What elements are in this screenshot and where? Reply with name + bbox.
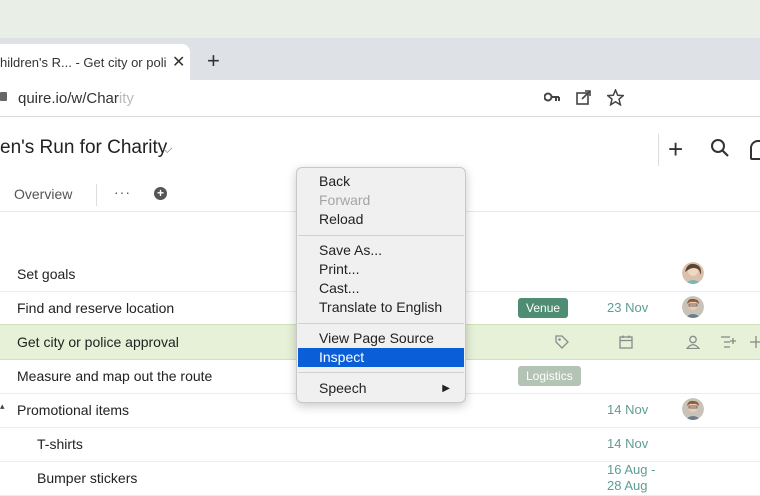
star-icon[interactable] (607, 89, 624, 106)
calendar-icon[interactable] (619, 335, 633, 349)
task-name[interactable]: Get city or police approval (17, 334, 179, 350)
header-divider (658, 134, 659, 166)
subtask-list-icon[interactable] (721, 336, 736, 348)
lock-icon[interactable] (0, 92, 7, 101)
menu-item-cast[interactable]: Cast... (298, 279, 464, 298)
add-view-icon[interactable]: + (154, 187, 167, 200)
task-name[interactable]: T-shirts (37, 436, 83, 452)
task-name[interactable]: Find and reserve location (17, 300, 174, 316)
tag-icon[interactable] (555, 335, 569, 349)
menu-item-speech[interactable]: Speech ▶ (298, 379, 464, 398)
menu-separator (298, 372, 464, 373)
menu-item-save-as[interactable]: Save As... (298, 241, 464, 260)
table-row[interactable]: Bumper stickers 16 Aug - 28 Aug (0, 461, 760, 496)
tag-badge[interactable]: Venue (518, 298, 569, 318)
avatar[interactable] (682, 296, 704, 318)
menu-item-reload[interactable]: Reload (298, 210, 464, 229)
search-icon[interactable] (710, 138, 730, 158)
new-tab-button[interactable]: + (207, 50, 220, 72)
assignee-icon[interactable] (686, 335, 700, 349)
menu-item-print[interactable]: Print... (298, 260, 464, 279)
task-name[interactable]: Bumper stickers (37, 470, 137, 486)
key-icon[interactable] (544, 92, 560, 102)
date-range-start[interactable]: 16 Aug - (607, 462, 655, 477)
due-date[interactable]: 14 Nov (607, 402, 648, 417)
task-name[interactable]: Promotional items (17, 402, 129, 418)
task-name[interactable]: Set goals (17, 266, 75, 282)
tab-close-icon[interactable]: ✕ (172, 52, 185, 72)
avatar[interactable] (682, 262, 704, 284)
due-date[interactable]: 14 Nov (607, 436, 648, 451)
task-name[interactable]: Measure and map out the route (17, 368, 212, 384)
collapse-caret-icon[interactable]: ▴ (0, 401, 5, 412)
more-icon[interactable]: ··· (114, 184, 131, 200)
window-top-strip (0, 0, 760, 39)
avatar[interactable] (682, 398, 704, 420)
menu-item-view-source[interactable]: View Page Source (298, 329, 464, 348)
add-icon[interactable]: + (668, 136, 683, 162)
date-range-end[interactable]: 28 Aug (607, 478, 648, 493)
add-subtask-icon[interactable] (750, 335, 760, 349)
project-title[interactable]: en's Run for Charity (0, 137, 167, 159)
submenu-arrow-icon: ▶ (442, 383, 450, 394)
bell-icon[interactable] (750, 140, 760, 160)
url-text-faded: ity (118, 90, 134, 107)
menu-item-forward: Forward (319, 192, 371, 208)
open-external-icon[interactable] (576, 90, 591, 105)
due-date[interactable]: 23 Nov (607, 300, 648, 315)
context-menu: Back Forward Reload Save As... Print... … (296, 167, 466, 403)
url-text: quire.io/w/Char (18, 90, 119, 107)
url-field[interactable]: quire.io/w/Charity (18, 90, 134, 107)
menu-item-translate[interactable]: Translate to English (298, 298, 464, 317)
tag-badge[interactable]: Logistics (518, 366, 581, 386)
menu-separator (298, 235, 464, 236)
table-row[interactable]: T-shirts 14 Nov (0, 427, 760, 462)
tab-overview[interactable]: Overview (14, 186, 72, 202)
menu-item-inspect[interactable]: Inspect (298, 348, 464, 367)
menu-item-back[interactable]: Back (298, 172, 464, 191)
tab-title[interactable]: hildren's R... - Get city or poli (0, 55, 166, 70)
menu-separator (298, 323, 464, 324)
nav-divider (96, 184, 97, 206)
chevron-down-icon[interactable]: ⌵ (162, 140, 173, 157)
